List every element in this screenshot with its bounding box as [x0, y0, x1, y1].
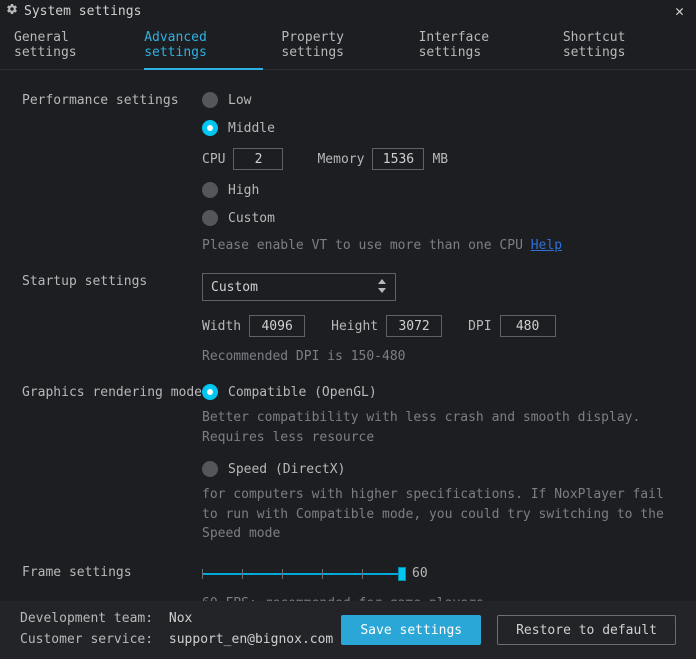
radio-low-label: Low [228, 93, 251, 108]
memory-input[interactable] [372, 148, 424, 170]
tab-advanced[interactable]: Advanced settings [144, 30, 263, 70]
dpi-input[interactable] [500, 315, 556, 337]
height-label: Height [331, 319, 378, 334]
dev-team-value: Nox [169, 611, 192, 626]
restore-button[interactable]: Restore to default [497, 615, 676, 645]
content: Performance settings Low Middle CPU Memo… [0, 70, 696, 613]
radio-middle[interactable] [202, 120, 218, 136]
startup-select[interactable]: Custom [202, 273, 396, 301]
tab-shortcut[interactable]: Shortcut settings [563, 30, 682, 69]
speed-hint: for computers with higher specifications… [202, 485, 674, 544]
width-label: Width [202, 319, 241, 334]
gear-icon [6, 3, 18, 19]
fps-value: 60 [412, 566, 428, 581]
startup-select-value: Custom [211, 280, 258, 295]
height-input[interactable] [386, 315, 442, 337]
radio-compatible-label: Compatible (OpenGL) [228, 385, 377, 400]
dpi-label: DPI [468, 319, 491, 334]
compatible-hint: Better compatibility with less crash and… [202, 408, 674, 447]
tab-property[interactable]: Property settings [281, 30, 400, 69]
window-title: System settings [24, 4, 141, 19]
radio-middle-label: Middle [228, 121, 275, 136]
cs-value: support_en@bignox.com [169, 632, 333, 647]
tabs: General settings Advanced settings Prope… [0, 22, 696, 70]
startup-label: Startup settings [22, 273, 202, 374]
radio-high-label: High [228, 183, 259, 198]
radio-compatible[interactable] [202, 384, 218, 400]
width-input[interactable] [249, 315, 305, 337]
tab-general[interactable]: General settings [14, 30, 126, 69]
dev-team-label: Development team: [20, 611, 153, 626]
memory-label: Memory [317, 152, 364, 167]
tab-interface[interactable]: Interface settings [419, 30, 545, 69]
save-button[interactable]: Save settings [341, 615, 481, 645]
cpu-label: CPU [202, 152, 225, 167]
help-link[interactable]: Help [531, 238, 562, 253]
vt-hint: Please enable VT to use more than one CP… [202, 238, 531, 253]
dpi-hint: Recommended DPI is 150-480 [202, 349, 674, 364]
radio-custom-label: Custom [228, 211, 275, 226]
chevron-updown-icon [377, 279, 387, 295]
graphics-label: Graphics rendering mode [22, 384, 202, 558]
radio-high[interactable] [202, 182, 218, 198]
performance-label: Performance settings [22, 92, 202, 263]
cpu-input[interactable] [233, 148, 283, 170]
fps-slider-thumb[interactable] [398, 567, 406, 581]
close-icon[interactable]: ✕ [669, 2, 690, 20]
radio-speed[interactable] [202, 461, 218, 477]
radio-custom[interactable] [202, 210, 218, 226]
fps-slider[interactable] [202, 564, 402, 584]
radio-low[interactable] [202, 92, 218, 108]
radio-speed-label: Speed (DirectX) [228, 462, 345, 477]
titlebar: System settings ✕ [0, 0, 696, 22]
footer: Development team: Nox Customer service: … [0, 601, 696, 659]
memory-unit: MB [432, 152, 448, 167]
cs-label: Customer service: [20, 632, 153, 647]
